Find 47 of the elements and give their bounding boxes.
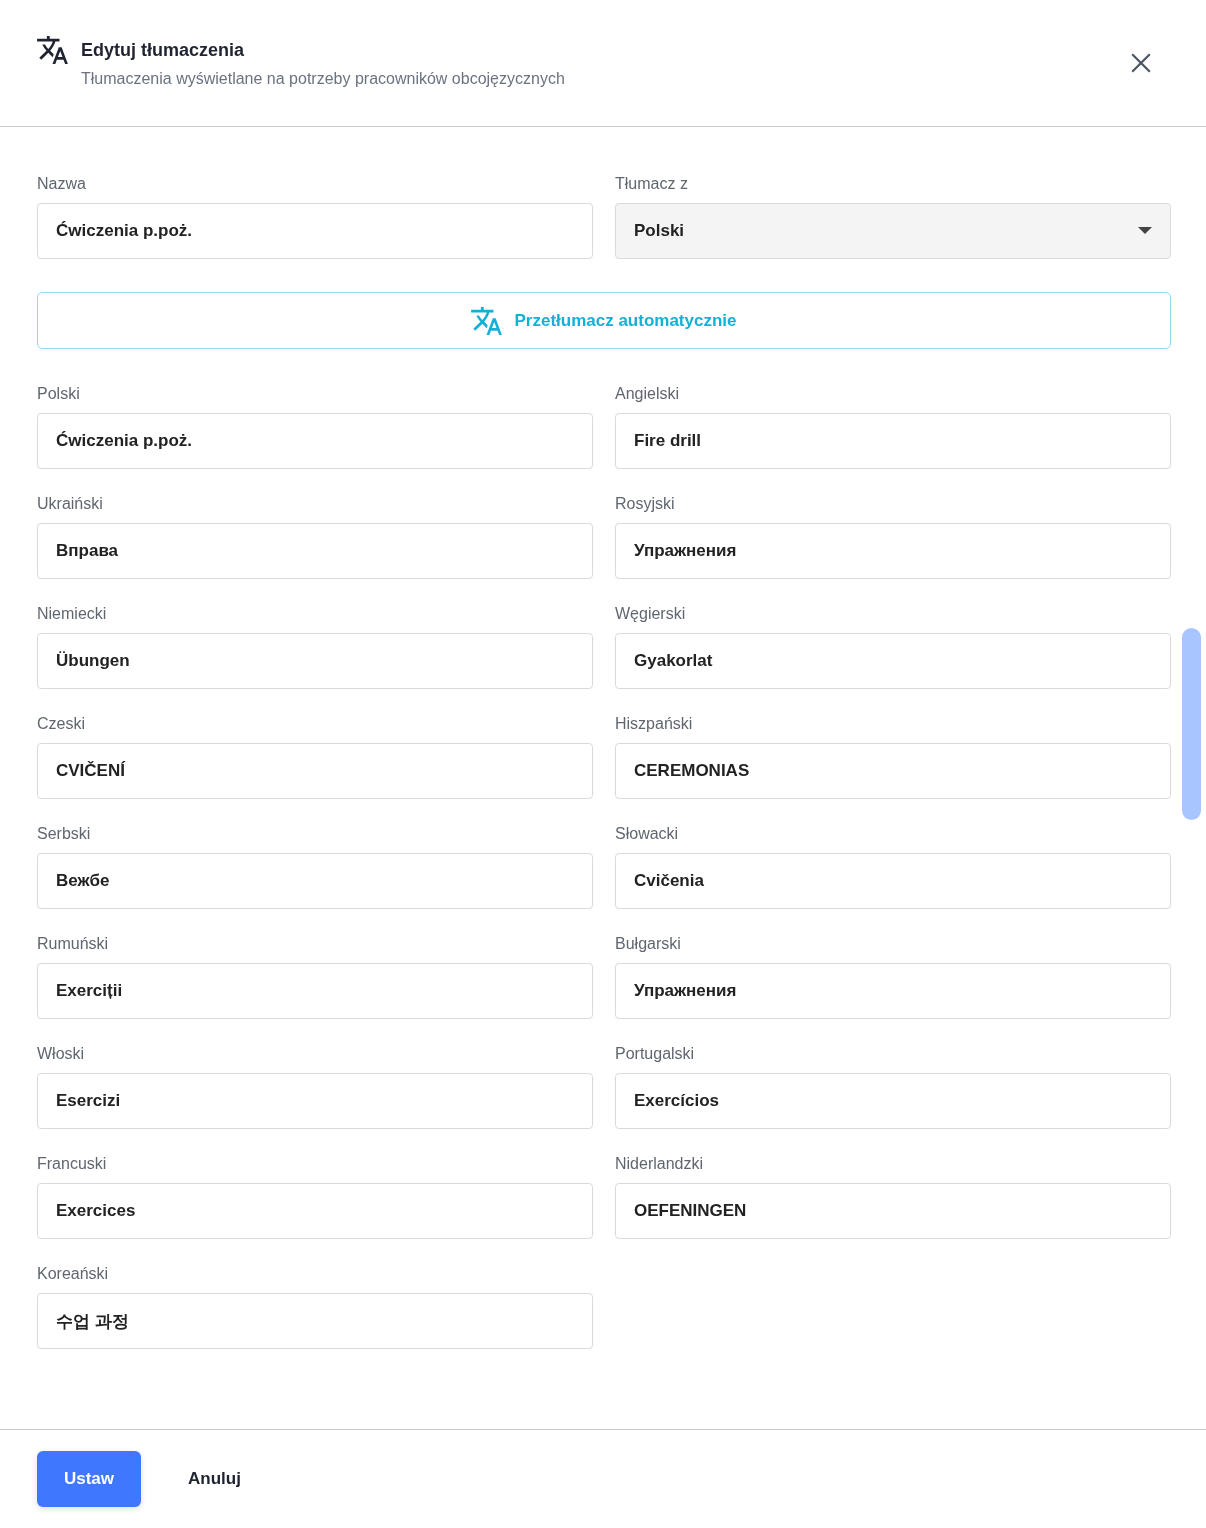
- field-label: Nazwa: [37, 175, 87, 194]
- translation-field[interactable]: Übungen: [37, 633, 593, 689]
- set-button[interactable]: Ustaw: [37, 1451, 141, 1507]
- name-field[interactable]: Ćwiczenia p.poż.: [37, 203, 593, 259]
- translation-field[interactable]: 수업 과정: [37, 1293, 593, 1349]
- field-label: Niemiecki: [37, 605, 108, 624]
- translate-icon: [37, 36, 68, 64]
- cancel-button[interactable]: Anuluj: [185, 1459, 244, 1499]
- field-label: Słowacki: [615, 825, 680, 844]
- translation-field[interactable]: Exercices: [37, 1183, 593, 1239]
- translation-field[interactable]: Вежбе: [37, 853, 593, 909]
- field-label: Portugalski: [615, 1045, 696, 1064]
- translate-icon: [471, 306, 503, 335]
- scrollbar-thumb[interactable]: [1182, 628, 1201, 820]
- field-label: Hiszpański: [615, 715, 694, 734]
- dialog-subtitle: Tłumaczenia wyświetlane na potrzeby pracowników obcojęzycznych: [81, 70, 566, 88]
- translation-field[interactable]: Exercícios: [615, 1073, 1171, 1129]
- field-label: Włoski: [37, 1045, 86, 1064]
- dialog-title: Edytuj tłumaczenia: [81, 40, 246, 61]
- translation-field[interactable]: Упражнения: [615, 523, 1171, 579]
- translation-field[interactable]: Вправа: [37, 523, 593, 579]
- translation-field[interactable]: Fire drill: [615, 413, 1171, 469]
- field-label: Francuski: [37, 1155, 108, 1174]
- field-label: Rosyjski: [615, 495, 676, 514]
- field-label: Koreański: [37, 1265, 110, 1284]
- translation-field[interactable]: Ćwiczenia p.poż.: [37, 413, 593, 469]
- translation-field[interactable]: CVIČENÍ: [37, 743, 593, 799]
- translation-field[interactable]: Упражнения: [615, 963, 1171, 1019]
- field-label: Serbski: [37, 825, 92, 844]
- translation-field[interactable]: Esercizi: [37, 1073, 593, 1129]
- translation-field[interactable]: CEREMONIAS: [615, 743, 1171, 799]
- language-dropdown[interactable]: Polski: [615, 203, 1171, 259]
- translation-field[interactable]: Gyakorlat: [615, 633, 1171, 689]
- field-label: Niderlandzki: [615, 1155, 705, 1174]
- translation-field[interactable]: OEFENINGEN: [615, 1183, 1171, 1239]
- field-label: Tłumacz z: [615, 175, 689, 194]
- caret-icon: [1138, 227, 1152, 235]
- field-label: Czeski: [37, 715, 86, 734]
- field-label: Rumuński: [37, 935, 110, 954]
- field-label: Bułgarski: [615, 935, 682, 954]
- field-label: Polski: [37, 385, 81, 404]
- field-label: Angielski: [615, 385, 681, 404]
- translation-field[interactable]: Exerciții: [37, 963, 593, 1019]
- field-label: Węgierski: [615, 605, 687, 624]
- field-label: Ukraiński: [37, 495, 104, 514]
- translation-field[interactable]: Cvičenia: [615, 853, 1171, 909]
- close-button[interactable]: [1130, 52, 1152, 74]
